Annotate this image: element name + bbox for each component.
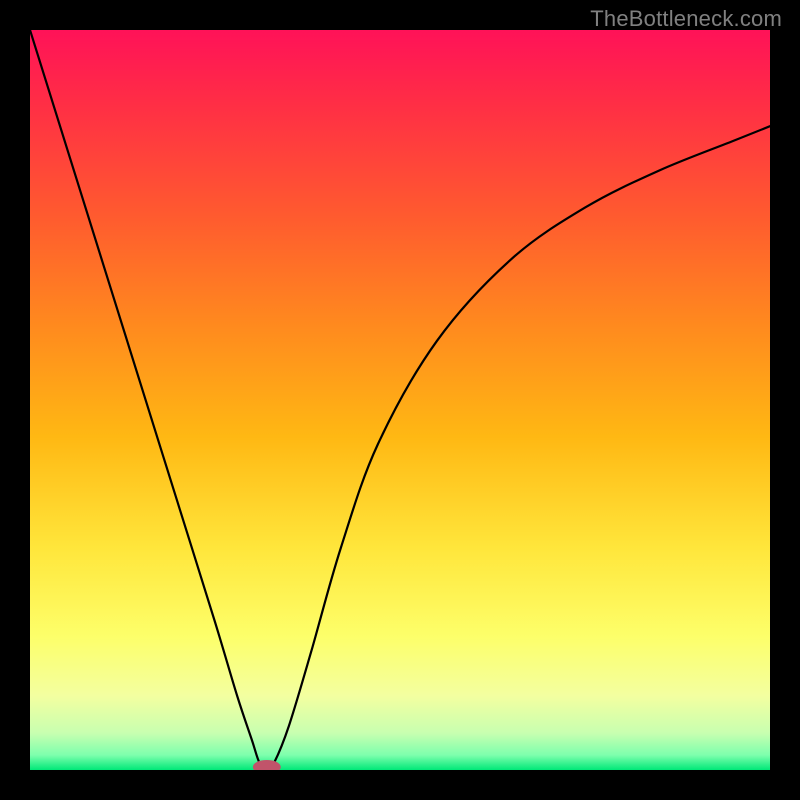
- bottleneck-curve-chart: [30, 30, 770, 770]
- watermark-text: TheBottleneck.com: [590, 6, 782, 32]
- plot-frame: [30, 30, 770, 770]
